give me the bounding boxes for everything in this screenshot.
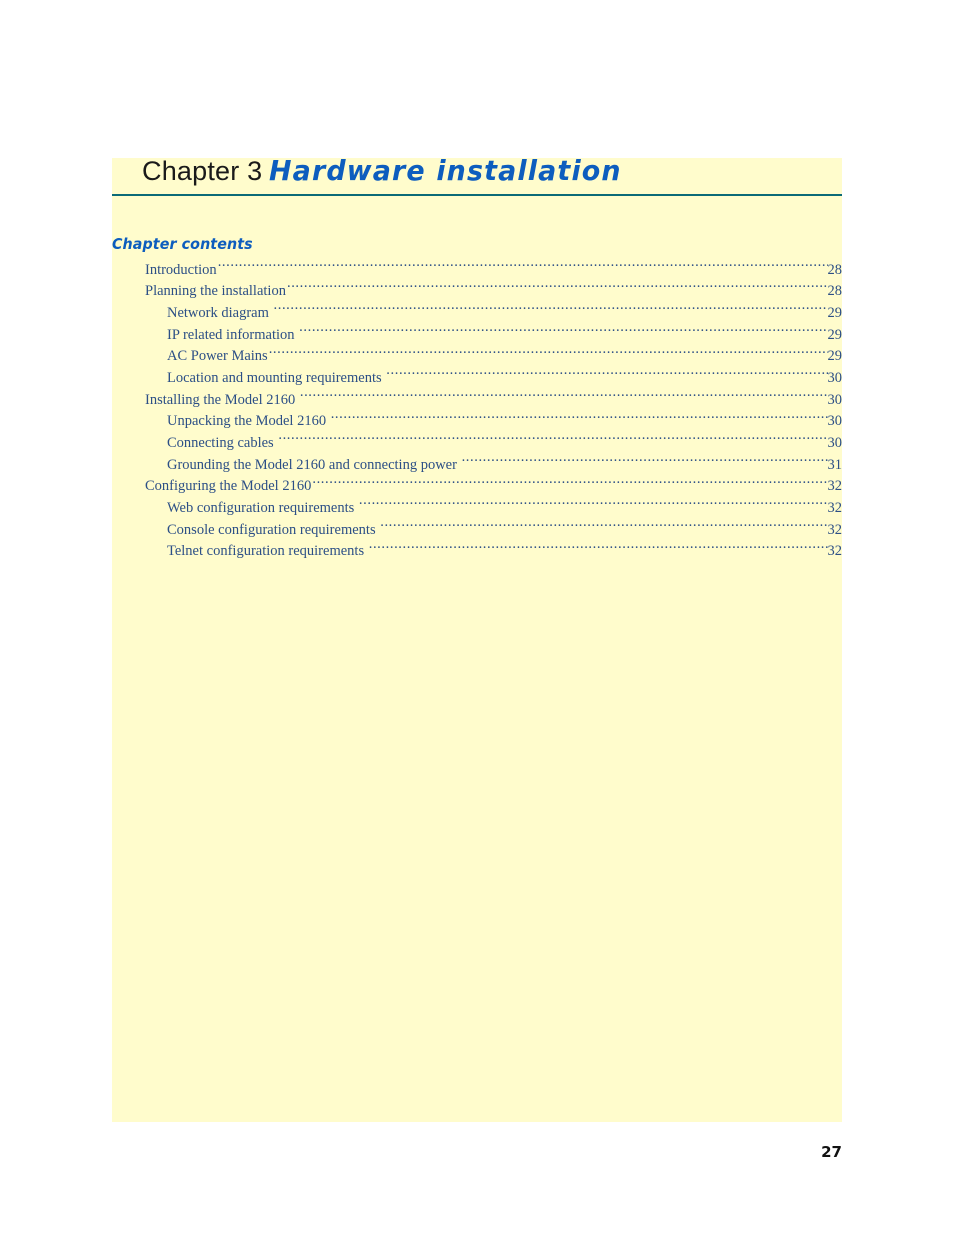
toc-entry[interactable]: AC Power Mains 29	[145, 346, 842, 368]
toc-entry-label: Planning the installation	[145, 283, 286, 300]
page-number: 27	[821, 1143, 842, 1161]
toc-entry[interactable]: Configuring the Model 2160 32	[145, 476, 842, 498]
toc-dot-leader	[218, 259, 828, 274]
toc-entry-label: Connecting cables	[167, 435, 274, 451]
toc-entry-label: IP related information	[167, 326, 295, 343]
title-divider	[112, 194, 842, 196]
toc-dot-leader	[287, 281, 828, 296]
toc-entry-label: Configuring the Model 2160	[145, 478, 312, 495]
toc-entry-label: AC Power Mains	[167, 348, 268, 365]
toc-entry-page-number: 29	[827, 326, 843, 343]
toc-entry[interactable]: Network diagram 29	[145, 302, 842, 324]
toc-entry[interactable]: Console configuration requirements 32	[145, 519, 842, 541]
toc-entry-page-number: 29	[827, 304, 843, 321]
toc-entry[interactable]: Installing the Model 2160 30	[145, 389, 842, 411]
toc-dot-leader	[274, 302, 828, 317]
toc-entry[interactable]: Web configuration requirements 32	[145, 498, 842, 520]
toc-entry-page-number: 30	[827, 413, 843, 430]
toc-entry-page-number: 28	[827, 283, 843, 300]
toc-entry[interactable]: Introduction 28	[145, 259, 842, 281]
toc-entry-label: Unpacking the Model 2160	[167, 413, 327, 430]
toc-entry[interactable]: Planning the installation 28	[145, 281, 842, 303]
toc-entry-label: Network diagram	[167, 304, 269, 321]
toc-entry-page-number: 30	[827, 369, 843, 386]
toc-dot-leader	[369, 541, 828, 556]
chapter-title-row: Chapter 3 Hardware installation	[112, 154, 842, 195]
toc-dot-leader	[331, 411, 828, 426]
toc-entry-page-number: 30	[827, 391, 843, 408]
page-title: Hardware installation	[269, 154, 622, 187]
toc-dot-leader	[359, 498, 828, 513]
toc-entry-label: Web configuration requirements	[167, 500, 355, 517]
toc-entry-page-number: 31	[827, 456, 843, 473]
toc-dot-leader	[300, 389, 828, 404]
chapter-contents-panel: Chapter 3 Hardware installation Chapter …	[112, 154, 842, 1122]
toc-entry-page-number: 29	[827, 348, 843, 365]
toc-entry[interactable]: Telnet configuration requirements 32	[145, 541, 842, 563]
toc-entry-page-number: 32	[827, 478, 843, 495]
toc-entry-label: Console configuration requirements	[167, 521, 376, 538]
toc-entry[interactable]: Unpacking the Model 2160 30	[145, 411, 842, 433]
toc-entry-page-number: 28	[827, 261, 843, 278]
toc-entry-page-number: 32	[827, 543, 843, 560]
toc-dot-leader	[299, 324, 827, 339]
chapter-number: Chapter 3	[142, 156, 263, 186]
toc-dot-leader	[462, 454, 828, 469]
toc-dot-leader	[380, 519, 827, 534]
toc-entry-page-number: 32	[827, 521, 843, 538]
toc-entry-page-number: 32	[827, 500, 843, 517]
toc-entry-label: Location and mounting requirements	[167, 369, 382, 386]
toc-dot-leader	[269, 346, 828, 361]
table-of-contents: Introduction 28 Planning the installation 2…	[145, 259, 842, 563]
chapter-contents-heading: Chapter contents	[112, 235, 253, 253]
toc-entry[interactable]: Location and mounting requirements 30	[145, 367, 842, 389]
toc-entry[interactable]: Connecting cables 30	[145, 433, 842, 455]
toc-entry-page-number: 30	[827, 435, 843, 451]
toc-entry-label: Telnet configuration requirements	[167, 543, 365, 560]
toc-entry[interactable]: IP related information 29	[145, 324, 842, 346]
toc-entry-label: Grounding the Model 2160 and connecting …	[167, 456, 457, 473]
toc-entry[interactable]: Grounding the Model 2160 and connecting …	[145, 454, 842, 476]
toc-dot-leader	[312, 476, 827, 491]
toc-entry-label: Introduction	[145, 261, 217, 278]
toc-dot-leader	[278, 433, 827, 448]
toc-entry-label: Installing the Model 2160	[145, 391, 296, 408]
toc-dot-leader	[386, 367, 827, 382]
document-page: Chapter 3 Hardware installation Chapter …	[0, 0, 954, 1235]
